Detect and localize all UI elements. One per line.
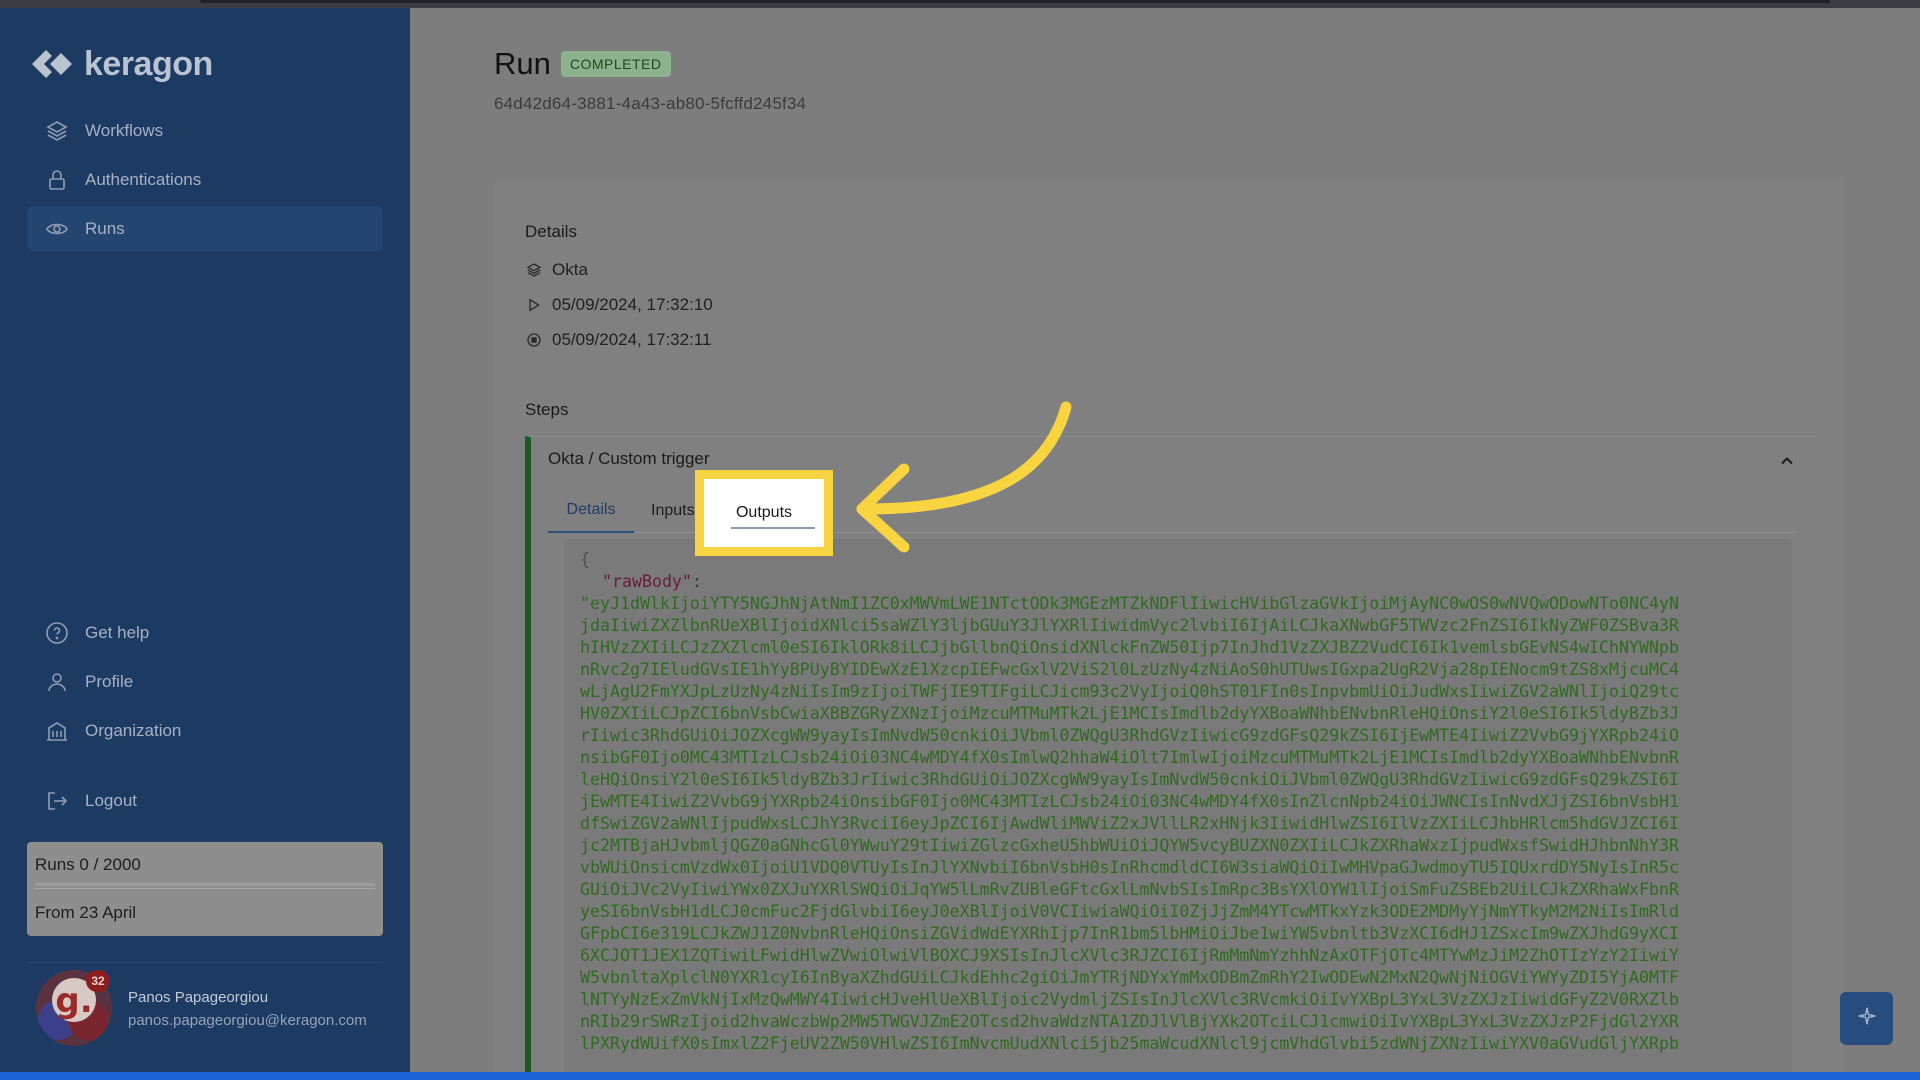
avatar: g. 32 [36, 970, 114, 1048]
usage-period: From 23 April [35, 902, 137, 922]
tab-outputs-underline [731, 527, 815, 529]
sidebar-item-label: Workflows [85, 120, 164, 140]
finished-row: 05/09/2024, 17:32:11 [525, 330, 711, 350]
json-value: "eyJ1dWlkIjoiYTY5NGJhNjAtNmI1ZC0xMWVmLWE… [580, 593, 1792, 1055]
layers-icon [45, 119, 69, 143]
sidebar-item-workflows[interactable]: Workflows [27, 108, 383, 153]
sparkle-icon [1856, 1005, 1878, 1032]
usage-panel: Runs 0 / 2000 From 23 April [27, 842, 383, 936]
chevron-up-icon[interactable] [1777, 451, 1797, 471]
output-json-viewer[interactable]: { "rawBody": "eyJ1dWlkIjoiYTY5NGJhNjAtNm… [564, 539, 1792, 1080]
run-card: Details Okta 05/09/2024, 17:32:10 05/09/… [494, 180, 1846, 1080]
app-row: Okta [525, 260, 588, 280]
json-value-line: jEwMTE4IiwiZ2VvbG9jYXRpb24iOnsibGF0Ijo0M… [580, 792, 1679, 811]
json-value-line: jc2MTBjaHJvbmljQGZ0aGNhcGl0YWwuY29tIiwiZ… [580, 836, 1679, 855]
json-value-line: 6XCJOT1JEX1ZQTiwiLFwidHlwZVwiOlwiVlBOXCJ… [580, 946, 1679, 965]
sidebar-item-profile[interactable]: Profile [27, 659, 383, 704]
building-icon [45, 719, 69, 743]
annotation-arrow [856, 401, 1072, 553]
browser-tab-strip [200, 0, 1830, 3]
runs-usage: Runs 0 / 2000 [35, 842, 375, 889]
json-value-line: lPXRydWUifX0sImxlZ2FjeUV2ZW50VHlwZSI6ImN… [580, 1034, 1679, 1053]
sidebar-item-label: Profile [85, 671, 134, 691]
json-value-line: rIiwic3RhdGUiOiJOZXcgWW9yayIsImNvdW50cnk… [580, 726, 1679, 745]
status-badge: COMPLETED [560, 51, 671, 77]
json-value-line: hIHVzZXIiLCJzZXZlcml0eSI6IklORk8iLCJjbGl… [580, 638, 1679, 657]
logout-icon [45, 789, 69, 813]
json-value-line: HV0ZXIiLCJpZCI6bnVsbCwiaXBBZGRyZXNzIjoiM… [580, 704, 1679, 723]
layers-icon [525, 262, 542, 279]
started-at: 05/09/2024, 17:32:10 [552, 295, 713, 314]
json-key: "rawBody" [602, 572, 692, 591]
primary-nav: Workflows Authentications Runs [27, 108, 383, 255]
assistant-button[interactable] [1840, 992, 1893, 1045]
details-heading: Details [525, 222, 577, 241]
logout-label: Logout [85, 790, 137, 810]
user-info: Panos Papageorgiou panos.papageorgiou@ke… [128, 989, 367, 1029]
page-title: Run [494, 46, 551, 81]
json-value-line: vbWUiOnsicmVzdWx0IjoiU1VDQ0VTUyIsInJlYXN… [580, 858, 1679, 877]
browser-top-bar [0, 0, 1920, 8]
json-value-line: yeSI6bnVsbH1dLCJ0cmFuc2FjdGlvbiI6eyJ0eXB… [580, 902, 1679, 921]
outputs-tab-highlight: Outputs [695, 470, 833, 556]
app-name: Okta [552, 260, 588, 279]
json-value-line: nsibGF0Ijo0MC43MTIzLCJsb24iOi03NC4wMDY4f… [580, 748, 1679, 767]
runs-usage-bar [35, 883, 375, 886]
stop-circle-icon [525, 332, 542, 349]
sidebar-item-authentications[interactable]: Authentications [27, 157, 383, 202]
keragon-logo-icon [28, 44, 74, 84]
bottom-accent-bar [0, 1072, 1920, 1080]
started-row: 05/09/2024, 17:32:10 [525, 295, 713, 315]
json-value-line: leHQiOnsiY2l0eSI6Ik5ldyBZb3JrIiwic3RhdGU… [580, 770, 1679, 789]
json-value-line: jdaIiwiZXZlbnRUeXBlIjoidXNlci5saWZlY3ljb… [580, 616, 1679, 635]
json-value-line: nRvc2g7IEludGVsIE1hYyBPUyBYIDEwXzE1XzcpI… [580, 660, 1679, 679]
sidebar: keragon Workflows Authentications Runs G… [0, 8, 410, 1072]
json-value-line: "eyJ1dWlkIjoiYTY5NGJhNjAtNmI1ZC0xMWVmLWE… [580, 594, 1679, 613]
json-value-line: GFpbCI6e319LCJkZWJ1Z0NvbnRleHQiOnsiZGVid… [580, 924, 1679, 943]
sidebar-item-label: Get help [85, 622, 150, 642]
play-icon [525, 297, 542, 314]
logout-nav: Logout [27, 778, 383, 827]
sidebar-divider [27, 962, 383, 963]
json-value-line: wLjAgU2FmYXJpLzUzNy4zNiIsIm9zIjoiTWFjIE9… [580, 682, 1679, 701]
run-id: 64d42d64-3881-4a43-ab80-5fcffd245f34 [494, 94, 807, 113]
sidebar-item-runs[interactable]: Runs [27, 206, 383, 251]
json-value-line: dfSwiZGV2aWNlIjpudWxsLCJhY3RvciI6eyJpZCI… [580, 814, 1679, 833]
person-icon [45, 670, 69, 694]
page-header: Run COMPLETED [494, 46, 671, 82]
eye-icon [45, 217, 69, 241]
tab-outputs[interactable]: Outputs [704, 479, 824, 547]
json-colon: : [691, 572, 702, 591]
tab-inputs[interactable]: Inputs [651, 489, 695, 533]
json-value-line: nRIb29rSWRzIjoid2hvaWczbWp2MW5TWGVJZmE2O… [580, 1012, 1679, 1031]
help-circle-icon [45, 621, 69, 645]
notification-badge: 32 [86, 970, 110, 992]
finished-at: 05/09/2024, 17:32:11 [552, 330, 712, 349]
sidebar-item-get-help[interactable]: Get help [27, 610, 383, 655]
user-name: Panos Papageorgiou [128, 989, 269, 1006]
step-title[interactable]: Okta / Custom trigger [548, 449, 710, 469]
json-value-line: GUiOiJVc2VyIiwiYWx0ZXJuYXRlSWQiOiJqYW5lL… [580, 880, 1679, 899]
logo[interactable]: keragon [28, 44, 213, 84]
sidebar-item-label: Runs [85, 218, 125, 238]
lock-icon [45, 168, 69, 192]
sidebar-item-label: Organization [85, 720, 182, 740]
steps-heading: Steps [525, 400, 569, 419]
sidebar-item-label: Authentications [85, 169, 202, 189]
json-value-line: W5vbnltaXplclN0YXR1cyI6InByaXZhdGUiLCJkd… [580, 968, 1679, 987]
main-content: Run COMPLETED 64d42d64-3881-4a43-ab80-5f… [410, 8, 1920, 1080]
sidebar-item-logout[interactable]: Logout [27, 778, 383, 823]
logo-text: keragon [84, 44, 213, 83]
secondary-nav: Get help Profile Organization [27, 610, 383, 757]
sidebar-item-organization[interactable]: Organization [27, 708, 383, 753]
tab-details[interactable]: Details [548, 489, 634, 533]
user-profile[interactable]: g. 32 Panos Papageorgiou panos.papageorg… [36, 970, 367, 1048]
json-value-line: lNTYyNzExZmVkNjIxMzQwMWY4IiwicHJveHlUeXB… [580, 990, 1679, 1009]
user-email: panos.papageorgiou@keragon.com [128, 1012, 367, 1029]
